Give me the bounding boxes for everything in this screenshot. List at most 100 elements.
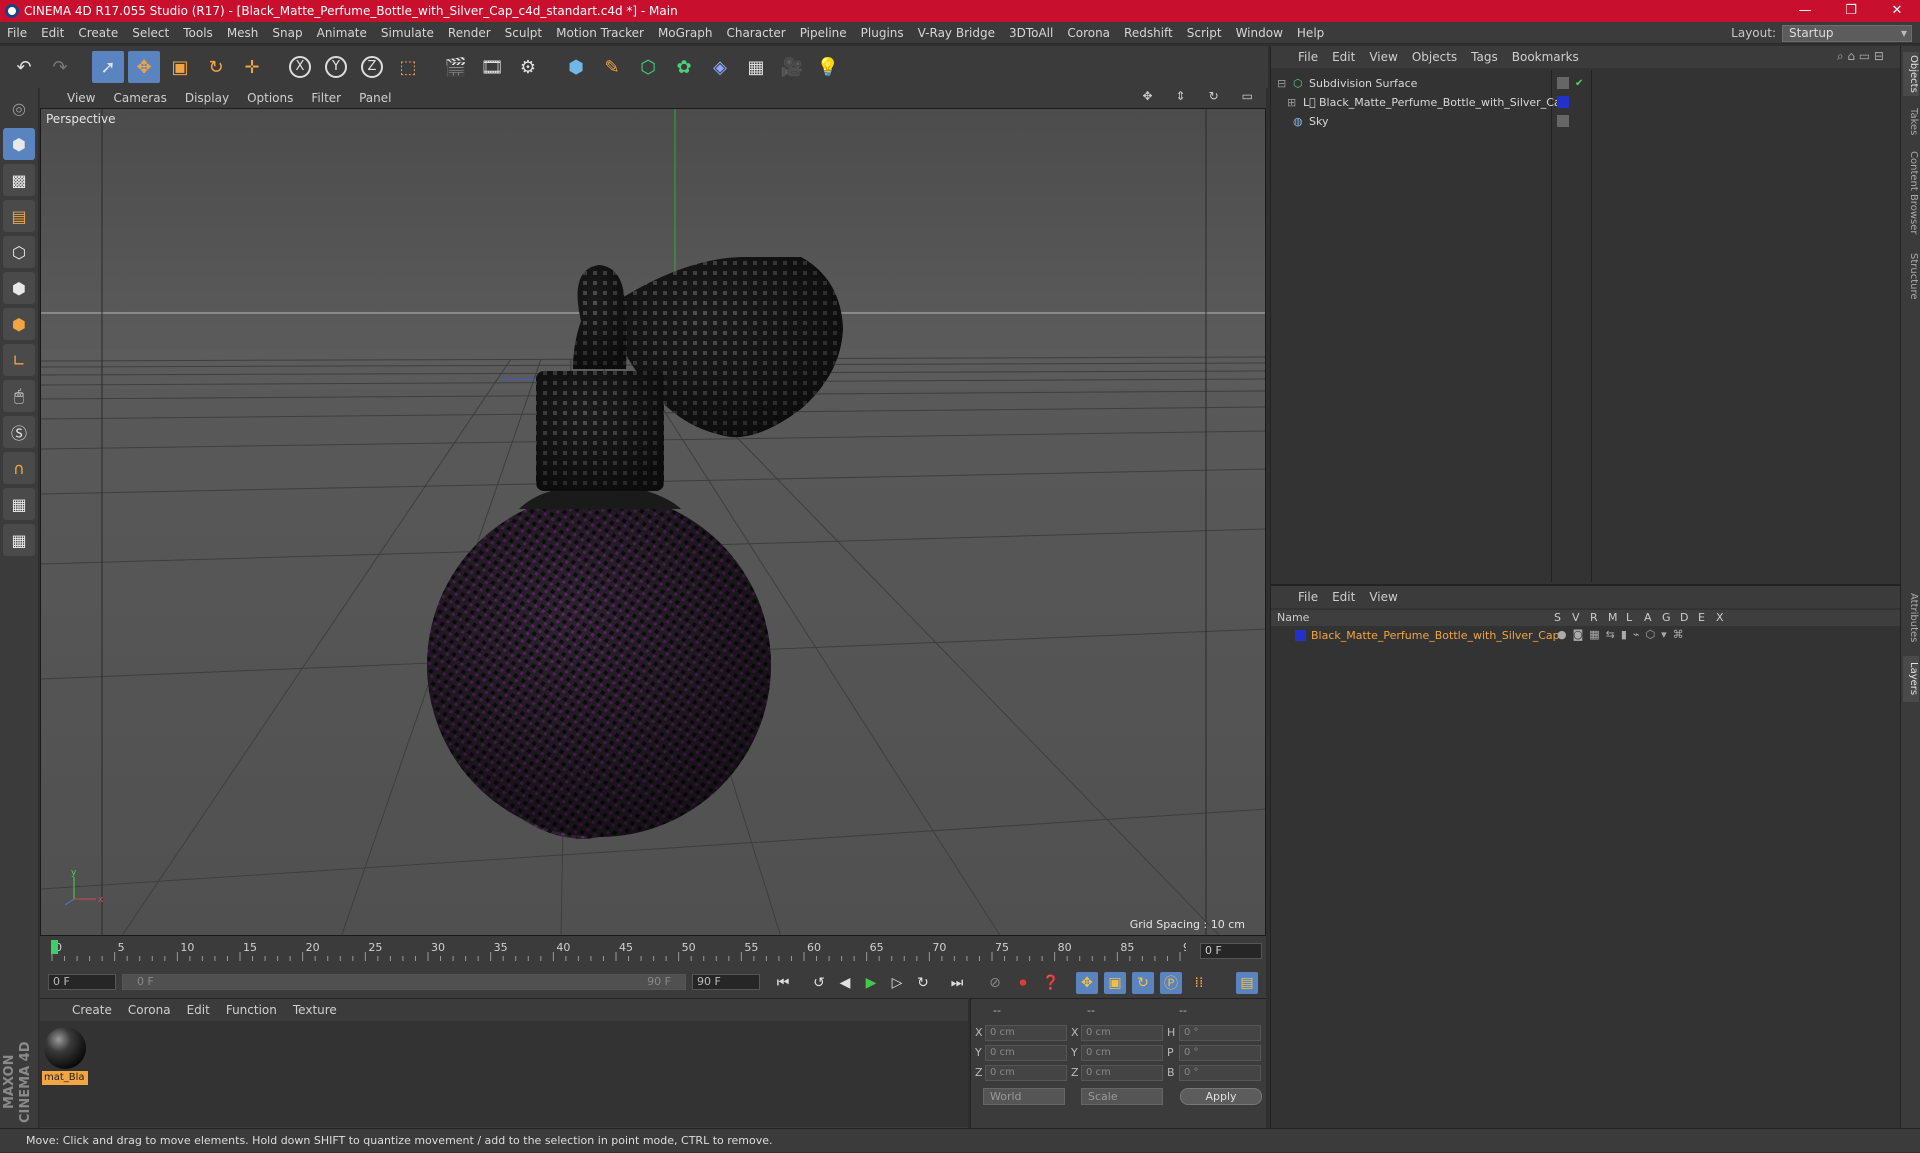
- menu-snap[interactable]: Snap: [265, 26, 309, 40]
- rotate-tool-icon[interactable]: ↻: [200, 51, 232, 83]
- position-x-field[interactable]: 0 cm: [985, 1025, 1067, 1041]
- coordinate-space-dropdown[interactable]: World: [983, 1088, 1065, 1105]
- make-editable-icon[interactable]: ◎: [3, 92, 35, 124]
- menu-edit[interactable]: Edit: [34, 26, 71, 40]
- end-frame-field[interactable]: 90 F: [692, 974, 760, 990]
- move-tool-icon[interactable]: ✥: [128, 51, 160, 83]
- menu-tools[interactable]: Tools: [176, 26, 220, 40]
- key-scale-icon[interactable]: ▣: [1104, 972, 1126, 994]
- object-search-icon[interactable]: ⌕ ⌂ ▭ ⊟: [1830, 49, 1891, 64]
- y-axis-lock-icon[interactable]: Y: [320, 51, 352, 83]
- size-y-field[interactable]: 0 cm: [1081, 1045, 1163, 1061]
- render-view-icon[interactable]: 🎬: [440, 51, 472, 83]
- menu-character[interactable]: Character: [719, 26, 792, 40]
- size-x-field[interactable]: 0 cm: [1081, 1025, 1163, 1041]
- menu-redshift[interactable]: Redshift: [1117, 26, 1180, 40]
- material-menu-edit[interactable]: Edit: [179, 1003, 218, 1017]
- timeline-window-icon[interactable]: ▤: [1236, 972, 1258, 994]
- restore-button[interactable]: ❐: [1828, 0, 1874, 22]
- nurbs-icon[interactable]: ⬡: [632, 51, 664, 83]
- viewport-menu-view[interactable]: View: [58, 91, 104, 105]
- move-view-icon[interactable]: ✥: [1133, 89, 1161, 103]
- object-name[interactable]: Subdivision Surface: [1309, 77, 1417, 90]
- spline-pen-icon[interactable]: ✎: [596, 51, 628, 83]
- frame-range-slider[interactable]: 0 F 90 F: [122, 974, 686, 990]
- planar-workplane-icon[interactable]: ▦: [3, 524, 35, 556]
- layers-menu-file[interactable]: File: [1291, 590, 1325, 604]
- collapse-icon[interactable]: ⊟: [1277, 77, 1286, 90]
- menu-create[interactable]: Create: [71, 26, 125, 40]
- rotation-p-field[interactable]: 0 °: [1179, 1045, 1261, 1061]
- viewport-menu-filter[interactable]: Filter: [302, 91, 350, 105]
- object-name[interactable]: Sky: [1309, 115, 1328, 128]
- objects-menu-view[interactable]: View: [1362, 50, 1404, 64]
- objects-menu-tags[interactable]: Tags: [1464, 50, 1505, 64]
- key-pla-icon[interactable]: ⁞⁞: [1188, 972, 1210, 994]
- rotation-h-field[interactable]: 0 °: [1179, 1025, 1261, 1041]
- goto-prev-key-icon[interactable]: ↺: [808, 972, 830, 994]
- solo-mode-icon[interactable]: Ⓢ: [3, 416, 35, 448]
- model-mode-icon[interactable]: ⬢: [3, 128, 35, 160]
- maximize-view-icon[interactable]: ▭: [1233, 89, 1262, 103]
- layer-swatch[interactable]: [1557, 115, 1569, 127]
- menu-window[interactable]: Window: [1229, 26, 1290, 40]
- viewport-perspective[interactable]: y x Perspective Grid Spacing : 10 cm: [40, 108, 1266, 936]
- viewport-menu-options[interactable]: Options: [238, 91, 302, 105]
- keyframe-selection-icon[interactable]: ❓: [1040, 972, 1062, 994]
- timeline-ruler[interactable]: 051015202530354045505560657075808590: [50, 940, 1186, 962]
- objects-menu-file[interactable]: File: [1291, 50, 1325, 64]
- goto-next-key-icon[interactable]: ↻: [912, 972, 934, 994]
- menu-corona[interactable]: Corona: [1060, 26, 1117, 40]
- x-axis-lock-icon[interactable]: X: [284, 51, 316, 83]
- viewport-menu-cameras[interactable]: Cameras: [104, 91, 175, 105]
- menu-select[interactable]: Select: [125, 26, 176, 40]
- object-row-subdivision[interactable]: ⊟ ⬡ Subdivision Surface ✔: [1273, 74, 1899, 92]
- goto-start-icon[interactable]: ⏮: [772, 972, 794, 994]
- edges-mode-icon[interactable]: ⬢: [3, 272, 35, 304]
- menu-mesh[interactable]: Mesh: [220, 26, 266, 40]
- menu-sculpt[interactable]: Sculpt: [498, 26, 549, 40]
- points-mode-icon[interactable]: ⬡: [3, 236, 35, 268]
- edit-render-settings-icon[interactable]: ⚙: [512, 51, 544, 83]
- cube-primitive-icon[interactable]: ⬢: [560, 51, 592, 83]
- tab-structure[interactable]: Structure: [1903, 246, 1919, 306]
- menu-motion-tracker[interactable]: Motion Tracker: [549, 26, 651, 40]
- close-button[interactable]: ✕: [1874, 0, 1920, 22]
- deformer-icon[interactable]: ◈: [704, 51, 736, 83]
- play-forward-icon[interactable]: ▶: [860, 972, 882, 994]
- objects-menu-edit[interactable]: Edit: [1325, 50, 1362, 64]
- material-preview-sphere[interactable]: [44, 1027, 86, 1069]
- apply-button[interactable]: Apply: [1180, 1088, 1262, 1105]
- key-rotation-icon[interactable]: ↻: [1132, 972, 1154, 994]
- expand-icon[interactable]: ⊞: [1287, 96, 1296, 109]
- viewport-menu-display[interactable]: Display: [176, 91, 238, 105]
- layout-dropdown[interactable]: Startup: [1782, 24, 1912, 42]
- position-z-field[interactable]: 0 cm: [985, 1065, 1067, 1081]
- polygons-mode-icon[interactable]: ⬢: [3, 308, 35, 340]
- viewport-menu-panel[interactable]: Panel: [350, 91, 400, 105]
- object-row-bottle[interactable]: ⊞ L⃞ Black_Matte_Perfume_Bottle_with_Sil…: [1273, 93, 1899, 111]
- z-axis-lock-icon[interactable]: Z: [356, 51, 388, 83]
- minimize-button[interactable]: —: [1782, 0, 1828, 22]
- rotate-view-icon[interactable]: ↻: [1200, 89, 1228, 103]
- objects-menu-objects[interactable]: Objects: [1405, 50, 1464, 64]
- menu-3dtoall[interactable]: 3DToAll: [1002, 26, 1060, 40]
- material-menu-texture[interactable]: Texture: [285, 1003, 345, 1017]
- timeline-playhead[interactable]: [51, 940, 58, 954]
- layer-color-swatch[interactable]: [1557, 96, 1569, 108]
- position-y-field[interactable]: 0 cm: [985, 1045, 1067, 1061]
- layer-row[interactable]: Black_Matte_Perfume_Bottle_with_Silver_C…: [1271, 628, 1901, 644]
- menu-mograph[interactable]: MoGraph: [651, 26, 720, 40]
- layer-toggle-icons[interactable]: ●◙▦⇆▮⌁⬡▾⌘: [1557, 628, 1690, 641]
- object-name[interactable]: Black_Matte_Perfume_Bottle_with_Silver_C…: [1319, 96, 1568, 109]
- menu-script[interactable]: Script: [1180, 26, 1229, 40]
- rotation-b-field[interactable]: 0 °: [1179, 1065, 1261, 1081]
- tweak-mode-icon[interactable]: 🖱: [3, 380, 35, 412]
- key-parameter-icon[interactable]: Ⓟ: [1160, 972, 1182, 994]
- texture-mode-icon[interactable]: ▩: [3, 164, 35, 196]
- menu-plugins[interactable]: Plugins: [854, 26, 911, 40]
- floor-icon[interactable]: ▦: [740, 51, 772, 83]
- next-frame-icon[interactable]: ▷: [886, 972, 908, 994]
- render-picture-viewer-icon[interactable]: 🎞: [476, 51, 508, 83]
- live-selection-icon[interactable]: ➚: [92, 51, 124, 83]
